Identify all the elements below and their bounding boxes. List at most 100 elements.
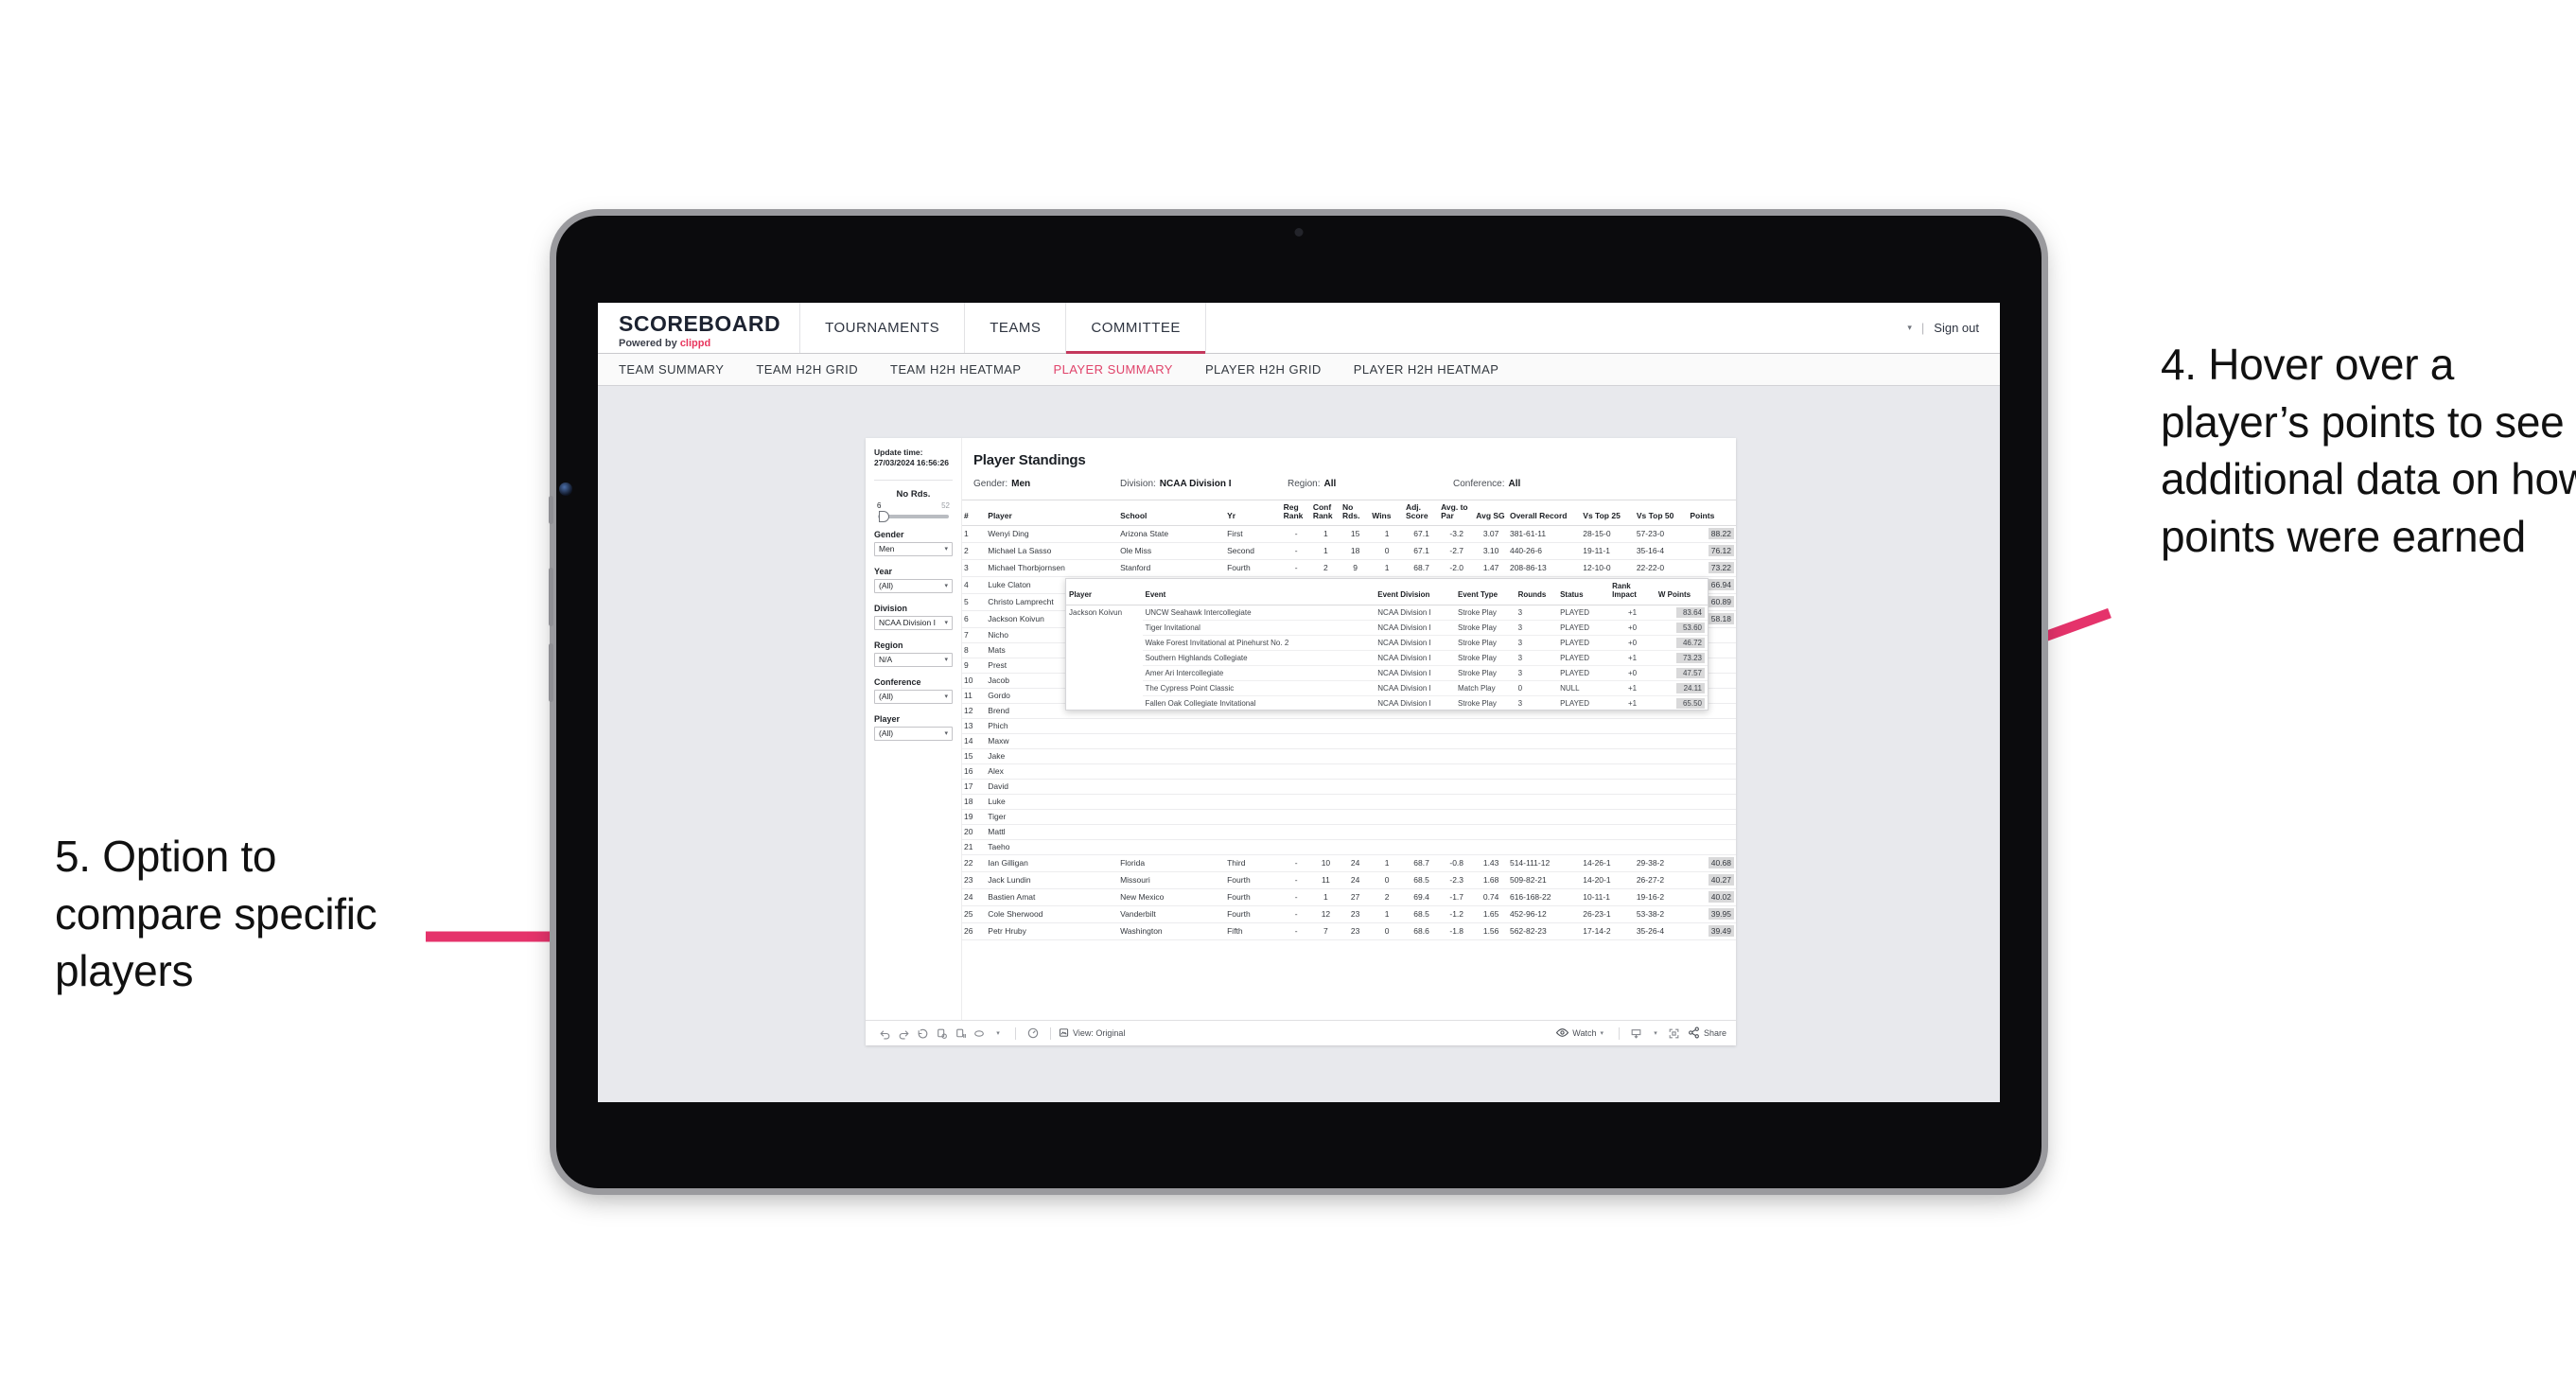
table-row[interactable]: 25 Cole Sherwood Vanderbilt Fourth -12 23 1 68.…	[962, 905, 1736, 923]
cell-reg-rank: -	[1281, 905, 1311, 923]
cell-points[interactable]	[1688, 824, 1736, 840]
table-row[interactable]: 18 Luke	[962, 794, 1736, 810]
cell-avg-sg	[1474, 763, 1508, 780]
col-year[interactable]: Yr	[1225, 500, 1282, 526]
col-adj-score[interactable]: Adj. Score	[1403, 500, 1440, 526]
watch-button[interactable]: Watch ▾	[1556, 1027, 1603, 1040]
sign-out-link[interactable]: Sign out	[1934, 321, 1979, 335]
col-points[interactable]: Points	[1688, 500, 1736, 526]
reset-filters-icon[interactable]	[1024, 1025, 1043, 1042]
revert-icon[interactable]	[913, 1025, 932, 1042]
cell-points[interactable]: 40.02	[1688, 888, 1736, 906]
no-rounds-slider-filter[interactable]: No Rds. 6 52	[874, 489, 953, 522]
subnav-item-team-h2h-heatmap[interactable]: TEAM H2H HEATMAP	[890, 362, 1021, 377]
col-rank[interactable]: #	[962, 500, 987, 526]
table-row[interactable]: 19 Tiger	[962, 809, 1736, 825]
tooltip-header-row: Player Event Event Division Event Type R…	[1066, 579, 1708, 605]
col-no-rounds[interactable]: No Rds.	[1341, 500, 1371, 526]
table-row[interactable]: 16 Alex	[962, 763, 1736, 780]
col-reg-rank[interactable]: Reg Rank	[1281, 500, 1311, 526]
cell-points[interactable]	[1688, 779, 1736, 795]
col-wins[interactable]: Wins	[1370, 500, 1404, 526]
subnav-item-team-summary[interactable]: TEAM SUMMARY	[619, 362, 724, 377]
subnav-item-player-summary[interactable]: PLAYER SUMMARY	[1053, 362, 1172, 377]
tooltip-cell-rank-impact: +1	[1609, 605, 1656, 621]
cell-wins: 1	[1370, 559, 1404, 577]
cell-points[interactable]: 73.22	[1688, 559, 1736, 577]
cell-points[interactable]	[1688, 733, 1736, 749]
cell-points[interactable]	[1688, 794, 1736, 810]
subnav-item-team-h2h-grid[interactable]: TEAM H2H GRID	[756, 362, 858, 377]
cell-rank: 8	[962, 642, 987, 658]
table-row[interactable]: 26 Petr Hruby Washington Fifth -7 23 0 68.6 -1.8…	[962, 922, 1736, 940]
cell-points[interactable]: 40.68	[1688, 854, 1736, 872]
filter-year-select[interactable]: (All) ▾	[874, 578, 953, 593]
subnav-item-player-h2h-heatmap[interactable]: PLAYER H2H HEATMAP	[1354, 362, 1499, 377]
table-row[interactable]: 22 Ian Gilligan Florida Third -10 24 1 68.7 -0.8…	[962, 854, 1736, 872]
cell-points[interactable]: 39.49	[1688, 922, 1736, 940]
table-row[interactable]: 23 Jack Lundin Missouri Fourth -11 24 0 68.5 -2.…	[962, 871, 1736, 889]
cell-year: Fifth	[1225, 922, 1282, 940]
undo-icon[interactable]	[875, 1025, 894, 1042]
device-volume-down-button[interactable]	[549, 643, 553, 702]
custom-views-icon[interactable]	[970, 1025, 989, 1042]
cell-points[interactable]	[1688, 748, 1736, 764]
filter-player-select[interactable]: (All) ▾	[874, 726, 953, 741]
cell-points[interactable]	[1688, 718, 1736, 734]
slider-handle[interactable]	[879, 510, 889, 522]
cell-points[interactable]	[1688, 763, 1736, 780]
account-chevron-down-icon[interactable]: ▾	[1907, 323, 1912, 333]
table-row[interactable]: 3 Michael Thorbjornsen Stanford Fourth -2 9 1 6…	[962, 559, 1736, 577]
cell-conf-rank	[1310, 824, 1341, 840]
cell-points[interactable]	[1688, 809, 1736, 825]
filter-division-select[interactable]: NCAA Division I ▾	[874, 615, 953, 630]
col-overall-record[interactable]: Overall Record	[1507, 500, 1582, 526]
col-school[interactable]: School	[1118, 500, 1226, 526]
tooltip-cell-w-points: 65.50	[1655, 695, 1708, 710]
col-conf-rank[interactable]: Conf Rank	[1310, 500, 1341, 526]
share-button[interactable]: Share	[1688, 1026, 1726, 1041]
col-vs-top-50[interactable]: Vs Top 50	[1634, 500, 1689, 526]
cell-no-rounds	[1341, 839, 1371, 855]
table-row[interactable]: 15 Jake	[962, 748, 1736, 764]
refresh-data-icon[interactable]	[932, 1025, 951, 1042]
cell-points[interactable]: 40.27	[1688, 871, 1736, 889]
subnav-item-player-h2h-grid[interactable]: PLAYER H2H GRID	[1205, 362, 1322, 377]
table-row[interactable]: 20 Mattl	[962, 824, 1736, 840]
cell-vs-top-25: 26-23-1	[1581, 905, 1635, 923]
cell-points[interactable]: 76.12	[1688, 542, 1736, 560]
table-row[interactable]: 14 Maxw	[962, 733, 1736, 749]
col-player[interactable]: Player	[986, 500, 1119, 526]
table-row[interactable]: 2 Michael La Sasso Ole Miss Second -1 18 0 67.1…	[962, 542, 1736, 560]
col-avg-sg[interactable]: Avg SG	[1474, 500, 1508, 526]
tooltip-cell-event: Fallen Oak Collegiate Invitational	[1142, 695, 1376, 710]
table-row[interactable]: 24 Bastien Amat New Mexico Fourth -1 27 2 69.4-…	[962, 888, 1736, 906]
download-icon[interactable]	[1627, 1025, 1646, 1042]
brand-logo[interactable]: SCOREBOARD Powered by clippd	[598, 303, 801, 353]
device-volume-up-button[interactable]	[549, 568, 553, 626]
filter-region-select[interactable]: N/A ▾	[874, 652, 953, 667]
cell-points[interactable]: 88.22	[1688, 525, 1736, 543]
redo-icon[interactable]	[894, 1025, 913, 1042]
table-row[interactable]: 21 Taeho	[962, 839, 1736, 855]
table-row[interactable]: 17 David	[962, 779, 1736, 795]
nav-item-teams[interactable]: TEAMS	[965, 303, 1067, 353]
toolbar-chevron-down-icon[interactable]: ▾	[989, 1025, 1008, 1042]
view-original-button[interactable]: View: Original	[1059, 1027, 1125, 1040]
nav-item-tournaments[interactable]: TOURNAMENTS	[800, 303, 966, 353]
col-vs-top-25[interactable]: Vs Top 25	[1581, 500, 1635, 526]
pause-updates-icon[interactable]	[951, 1025, 970, 1042]
slider-track[interactable]	[878, 510, 949, 522]
filter-conference-select[interactable]: (All) ▾	[874, 689, 953, 704]
cell-points[interactable]: 39.95	[1688, 905, 1736, 923]
cell-points[interactable]	[1688, 839, 1736, 855]
fullscreen-icon[interactable]	[1665, 1025, 1684, 1042]
download-chevron-down-icon[interactable]: ▾	[1646, 1025, 1665, 1042]
device-button-top[interactable]	[549, 496, 553, 524]
filter-player: Player (All) ▾	[874, 714, 953, 741]
filter-gender-select[interactable]: Men ▾	[874, 541, 953, 556]
table-row[interactable]: 1 Wenyi Ding Arizona State First -1 15 1 67.1 -3…	[962, 525, 1736, 543]
col-avg-to-par[interactable]: Avg. to Par	[1439, 500, 1475, 526]
table-row[interactable]: 13 Phich	[962, 718, 1736, 734]
nav-item-committee[interactable]: COMMITTEE	[1066, 303, 1206, 354]
